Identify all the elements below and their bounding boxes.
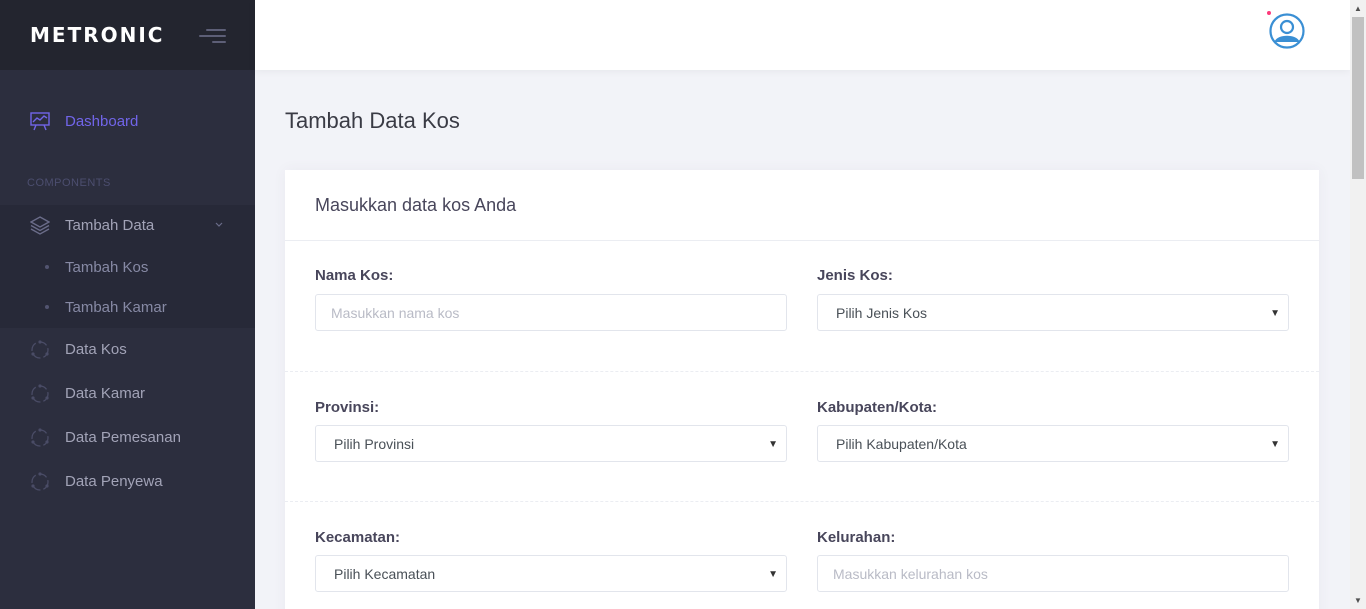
brand-logo[interactable]: METRONIC: [30, 23, 164, 47]
sidebar-item-data-kos[interactable]: Data Kos: [0, 327, 255, 371]
kecamatan-selected: Pilih Kecamatan: [334, 565, 436, 582]
nama-kos-placeholder: Masukkan nama kos: [331, 304, 460, 321]
kabupaten-selected: Pilih Kabupaten/Kota: [836, 435, 967, 452]
scroll-thumb[interactable]: [1352, 17, 1364, 179]
kabupaten-label: Kabupaten/Kota:: [817, 399, 937, 416]
dropdown-arrow-icon: ▼: [768, 569, 778, 580]
page-title: Tambah Data Kos: [285, 108, 460, 133]
bullet-icon: [45, 305, 49, 309]
sidebar-item-label: Dashboard: [65, 112, 139, 130]
provinsi-selected: Pilih Provinsi: [334, 435, 415, 452]
kelurahan-input[interactable]: Masukkan kelurahan kos: [817, 555, 1289, 592]
kelurahan-placeholder: Masukkan kelurahan kos: [833, 565, 988, 582]
circle-dots-icon: [30, 471, 50, 491]
brand-bar: METRONIC: [0, 0, 255, 70]
sidebar-subitem-label: Tambah Kos: [65, 258, 149, 276]
row-divider: [285, 501, 1319, 502]
top-header: [255, 0, 1350, 70]
dropdown-arrow-icon: ▼: [1270, 308, 1280, 319]
dropdown-arrow-icon: ▼: [1270, 439, 1280, 450]
sidebar: METRONIC Dashboard COMPONENTS Tambah Dat…: [0, 0, 255, 609]
section-title: COMPONENTS: [27, 177, 111, 189]
sidebar-item-data-penyewa[interactable]: Data Penyewa: [0, 459, 255, 503]
kelurahan-label: Kelurahan:: [817, 529, 896, 546]
sidebar-subitem-tambah-kamar[interactable]: Tambah Kamar: [0, 287, 255, 327]
sidebar-item-data-pemesanan[interactable]: Data Pemesanan: [0, 415, 255, 459]
menu-toggle-icon[interactable]: [198, 26, 226, 46]
scroll-down-icon[interactable]: ▼: [1350, 592, 1366, 609]
jenis-kos-selected: Pilih Jenis Kos: [836, 304, 928, 321]
page-scrollbar[interactable]: ▲ ▼: [1350, 0, 1366, 609]
layers-icon: [29, 215, 51, 235]
kecamatan-select[interactable]: Pilih Kecamatan ▼: [315, 555, 787, 592]
kecamatan-label: Kecamatan:: [315, 529, 401, 546]
scroll-up-icon[interactable]: ▲: [1350, 0, 1366, 17]
jenis-kos-select[interactable]: Pilih Jenis Kos ▼: [817, 294, 1289, 331]
form-card: Masukkan data kos Anda Nama Kos: Masukka…: [285, 170, 1319, 609]
circle-dots-icon: [30, 427, 50, 447]
sidebar-item-label: Data Kos: [65, 340, 127, 358]
sidebar-item-tambah-data[interactable]: Tambah Data: [0, 203, 255, 247]
user-avatar-icon[interactable]: [1269, 13, 1305, 49]
jenis-kos-label: Jenis Kos:: [817, 267, 893, 284]
circle-dots-icon: [30, 339, 50, 359]
chevron-down-icon: [215, 222, 223, 227]
nama-kos-label: Nama Kos:: [315, 267, 394, 284]
chart-board-icon: [30, 111, 50, 131]
provinsi-select[interactable]: Pilih Provinsi ▼: [315, 425, 787, 462]
bullet-icon: [45, 265, 49, 269]
sidebar-item-label: Tambah Data: [65, 216, 155, 234]
sidebar-item-label: Data Kamar: [65, 384, 146, 402]
sidebar-item-data-kamar[interactable]: Data Kamar: [0, 371, 255, 415]
sidebar-subitem-tambah-kos[interactable]: Tambah Kos: [0, 247, 255, 287]
circle-dots-icon: [30, 383, 50, 403]
sidebar-item-label: Data Pemesanan: [65, 428, 181, 446]
kabupaten-select[interactable]: Pilih Kabupaten/Kota ▼: [817, 425, 1289, 462]
provinsi-label: Provinsi:: [315, 399, 380, 416]
sidebar-item-dashboard[interactable]: Dashboard: [0, 99, 255, 143]
sidebar-subitem-label: Tambah Kamar: [65, 298, 167, 316]
card-title: Masukkan data kos Anda: [315, 194, 517, 215]
dropdown-arrow-icon: ▼: [768, 439, 778, 450]
card-header: Masukkan data kos Anda: [285, 170, 1319, 241]
row-divider: [285, 371, 1319, 372]
nama-kos-input[interactable]: Masukkan nama kos: [315, 294, 787, 331]
sidebar-item-label: Data Penyewa: [65, 472, 163, 490]
